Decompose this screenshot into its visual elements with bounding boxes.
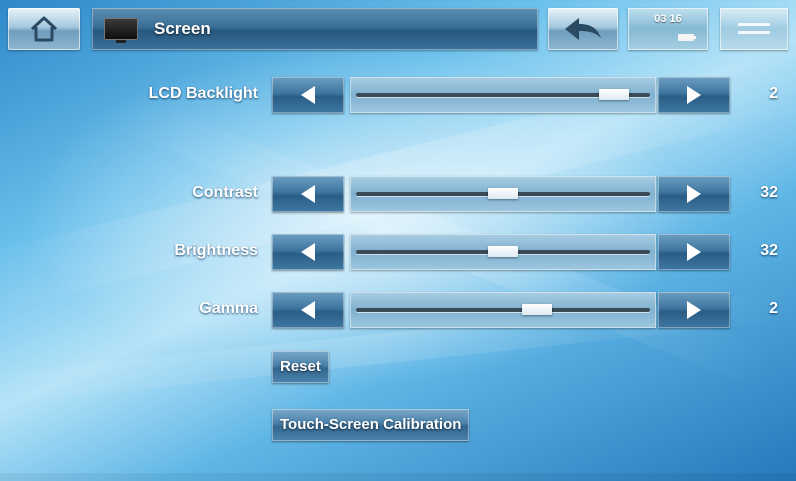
setting-row-brightness: Brightness 32	[0, 234, 796, 270]
status-time: 03 16	[654, 13, 682, 25]
left-arrow-icon	[301, 301, 315, 319]
setting-label: Brightness	[174, 242, 258, 259]
slider[interactable]	[350, 234, 656, 270]
slider[interactable]	[350, 292, 656, 328]
battery-icon	[678, 34, 696, 41]
decrease-button[interactable]	[272, 176, 344, 212]
reset-button[interactable]: Reset	[272, 351, 329, 383]
slider[interactable]	[350, 77, 656, 113]
increase-button[interactable]	[658, 77, 730, 113]
title-bar: Screen	[92, 8, 538, 50]
page-title: Screen	[154, 19, 211, 38]
slider[interactable]	[350, 176, 656, 212]
setting-value: 2	[769, 85, 778, 102]
slider-thumb[interactable]	[488, 188, 518, 199]
left-arrow-icon	[301, 243, 315, 261]
bottom-strip	[0, 473, 796, 481]
slider-thumb[interactable]	[598, 89, 629, 100]
increase-button[interactable]	[658, 176, 730, 212]
right-arrow-icon	[687, 185, 701, 203]
home-icon	[30, 16, 58, 42]
top-bar: Screen 03 16	[8, 8, 788, 50]
increase-button[interactable]	[658, 234, 730, 270]
setting-label: Contrast	[192, 184, 258, 201]
setting-label: LCD Backlight	[148, 85, 258, 102]
right-arrow-icon	[687, 86, 701, 104]
decrease-button[interactable]	[272, 234, 344, 270]
decrease-button[interactable]	[272, 292, 344, 328]
setting-value: 32	[760, 242, 778, 259]
increase-button[interactable]	[658, 292, 730, 328]
setting-row-gamma: Gamma 2	[0, 292, 796, 328]
menu-button[interactable]	[720, 8, 788, 50]
back-button[interactable]	[548, 8, 618, 50]
setting-value: 2	[769, 300, 778, 317]
slider-thumb[interactable]	[522, 304, 553, 315]
setting-value: 32	[760, 184, 778, 201]
setting-label: Gamma	[199, 300, 258, 317]
right-arrow-icon	[687, 243, 701, 261]
setting-row-contrast: Contrast 32	[0, 176, 796, 212]
slider-thumb[interactable]	[488, 246, 518, 257]
right-arrow-icon	[687, 301, 701, 319]
back-arrow-icon	[565, 18, 601, 40]
left-arrow-icon	[301, 86, 315, 104]
decrease-button[interactable]	[272, 77, 344, 113]
touch-screen-calibration-button[interactable]: Touch-Screen Calibration	[272, 409, 470, 441]
left-arrow-icon	[301, 185, 315, 203]
slider-track	[356, 308, 650, 312]
status-indicator: 03 16	[628, 8, 708, 50]
home-button[interactable]	[8, 8, 80, 50]
setting-row-lcd-backlight: LCD Backlight 2	[0, 77, 796, 113]
screen-icon	[104, 18, 138, 43]
